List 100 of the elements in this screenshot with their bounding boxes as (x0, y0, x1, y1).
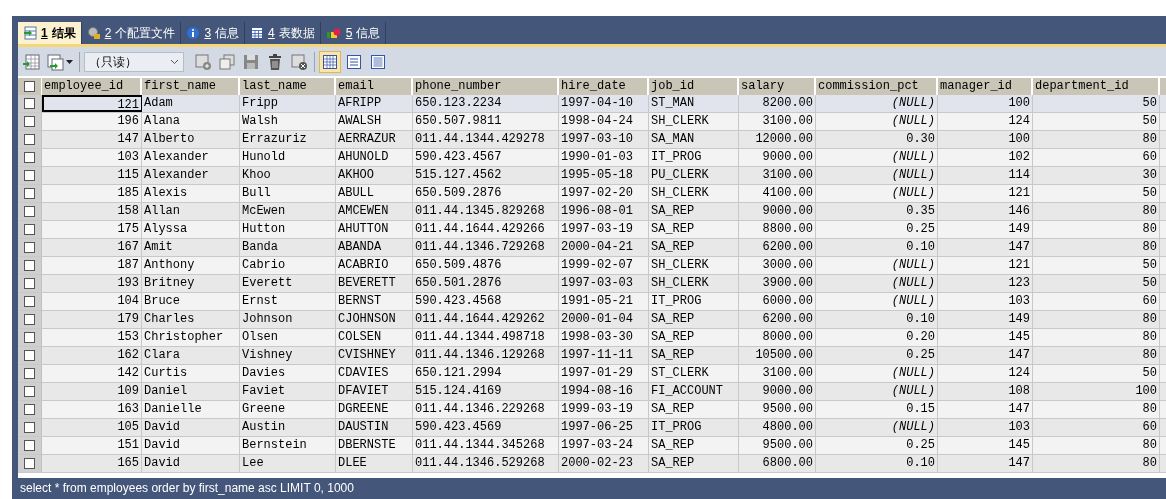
table-cell: (NULL) (816, 113, 938, 130)
table-cell: 147 (42, 131, 142, 148)
row-checkbox[interactable] (24, 152, 35, 163)
table-cell: 80 (1033, 347, 1160, 364)
row-checkbox[interactable] (24, 134, 35, 145)
table-cell: 121 (42, 95, 142, 112)
table-cell: 0.25 (816, 221, 938, 238)
table-cell: 147 (938, 455, 1033, 472)
table-cell: 109 (42, 383, 142, 400)
table-cell: 100 (938, 95, 1033, 112)
table-cell: Amit (142, 239, 240, 256)
table-cell: (NULL) (816, 149, 938, 166)
table-cell: 011.44.1644.429262 (413, 311, 559, 328)
table-cell: Clara (142, 347, 240, 364)
table-cell: IT_PROG (649, 149, 739, 166)
row-checkbox[interactable] (24, 188, 35, 199)
table-cell: 60 (1033, 149, 1160, 166)
table-cell: 3100.00 (739, 365, 816, 382)
grid-view-button[interactable] (319, 50, 341, 73)
table-cell: SA_REP (649, 329, 739, 346)
row-checkbox[interactable] (24, 242, 35, 253)
table-cell: CJOHNSON (336, 311, 413, 328)
row-checkbox[interactable] (24, 350, 35, 361)
table-cell: Adam (142, 95, 240, 112)
table-cell: Faviet (240, 383, 336, 400)
table-cell: 100 (938, 131, 1033, 148)
table-cell: Khoo (240, 167, 336, 184)
table-cell: AKHOO (336, 167, 413, 184)
table-cell: 196 (42, 113, 142, 130)
table-cell: 12000.00 (739, 131, 816, 148)
table-cell: 121 (938, 185, 1033, 202)
table-cell: 3900.00 (739, 275, 816, 292)
table-cell: McEwen (240, 203, 336, 220)
row-checkbox[interactable] (24, 332, 35, 343)
row-checkbox[interactable] (24, 386, 35, 397)
table-cell: 2000-04-21 (559, 239, 649, 256)
row-checkbox[interactable] (24, 116, 35, 127)
table-cell: Alexis (142, 185, 240, 202)
row-checkbox[interactable] (24, 422, 35, 433)
table-cell: 6800.00 (739, 455, 816, 472)
row-checkbox[interactable] (24, 224, 35, 235)
row-checkbox[interactable] (24, 314, 35, 325)
table-cell: 8000.00 (739, 329, 816, 346)
table-cell: 114 (938, 167, 1033, 184)
table-cell: BERNST (336, 293, 413, 310)
table-cell: 104 (42, 293, 142, 310)
row-checkbox[interactable] (24, 458, 35, 469)
table-cell: 0.25 (816, 437, 938, 454)
table-cell: 165 (42, 455, 142, 472)
row-checkbox[interactable] (24, 98, 35, 109)
table-cell: SA_REP (649, 311, 739, 328)
tab[interactable]: 1 结果 (18, 22, 82, 44)
table-cell: 1997-03-10 (559, 131, 649, 148)
table-cell: AFRIPP (336, 95, 413, 112)
table-cell: 011.44.1346.229268 (413, 401, 559, 418)
table-cell: BEVERETT (336, 275, 413, 292)
table-cell: (NULL) (816, 167, 938, 184)
table-cell: ST_CLERK (649, 365, 739, 382)
table-cell: IT_PROG (649, 293, 739, 310)
table-cell: 80 (1033, 455, 1160, 472)
table-cell: 6200.00 (739, 311, 816, 328)
table-cell: DAUSTIN (336, 419, 413, 436)
table-cell: Alexander (142, 149, 240, 166)
row-checkbox[interactable] (24, 260, 35, 271)
row-checkbox[interactable] (24, 368, 35, 379)
table-cell: 0.25 (816, 347, 938, 364)
table-cell: ACABRIO (336, 257, 413, 274)
table-cell: 80 (1033, 221, 1160, 238)
gear-lock-icon (86, 26, 101, 40)
select-all-checkbox[interactable] (24, 81, 35, 92)
table-cell: CDAVIES (336, 365, 413, 382)
row-checkbox[interactable] (24, 404, 35, 415)
table-cell: (NULL) (816, 293, 938, 310)
row-checkbox[interactable] (24, 296, 35, 307)
row-checkbox[interactable] (24, 278, 35, 289)
row-checkbox[interactable] (24, 440, 35, 451)
table-cell: 145 (938, 437, 1033, 454)
table-cell: 1997-03-19 (559, 221, 649, 238)
table-cell: 6000.00 (739, 293, 816, 310)
row-checkbox[interactable] (24, 206, 35, 217)
table-cell: 163 (42, 401, 142, 418)
table-cell: David (142, 419, 240, 436)
mode-dropdown[interactable]: （只读） (84, 51, 184, 72)
table-cell: 0.10 (816, 311, 938, 328)
table-cell: 187 (42, 257, 142, 274)
table-cell: Danielle (142, 401, 240, 418)
table-cell: 3100.00 (739, 167, 816, 184)
table-cell: 590.423.4567 (413, 149, 559, 166)
table-cell: SA_REP (649, 221, 739, 238)
table-cell: Fripp (240, 95, 336, 112)
table-cell: 1997-11-11 (559, 347, 649, 364)
table-cell: ABANDA (336, 239, 413, 256)
row-checkbox[interactable] (24, 170, 35, 181)
table-cell: 50 (1033, 365, 1160, 382)
table-cell: 1998-03-30 (559, 329, 649, 346)
table-cell: 185 (42, 185, 142, 202)
table-cell: Britney (142, 275, 240, 292)
table-cell: 3000.00 (739, 257, 816, 274)
table-cell: 011.44.1345.829268 (413, 203, 559, 220)
table-cell: SA_REP (649, 437, 739, 454)
